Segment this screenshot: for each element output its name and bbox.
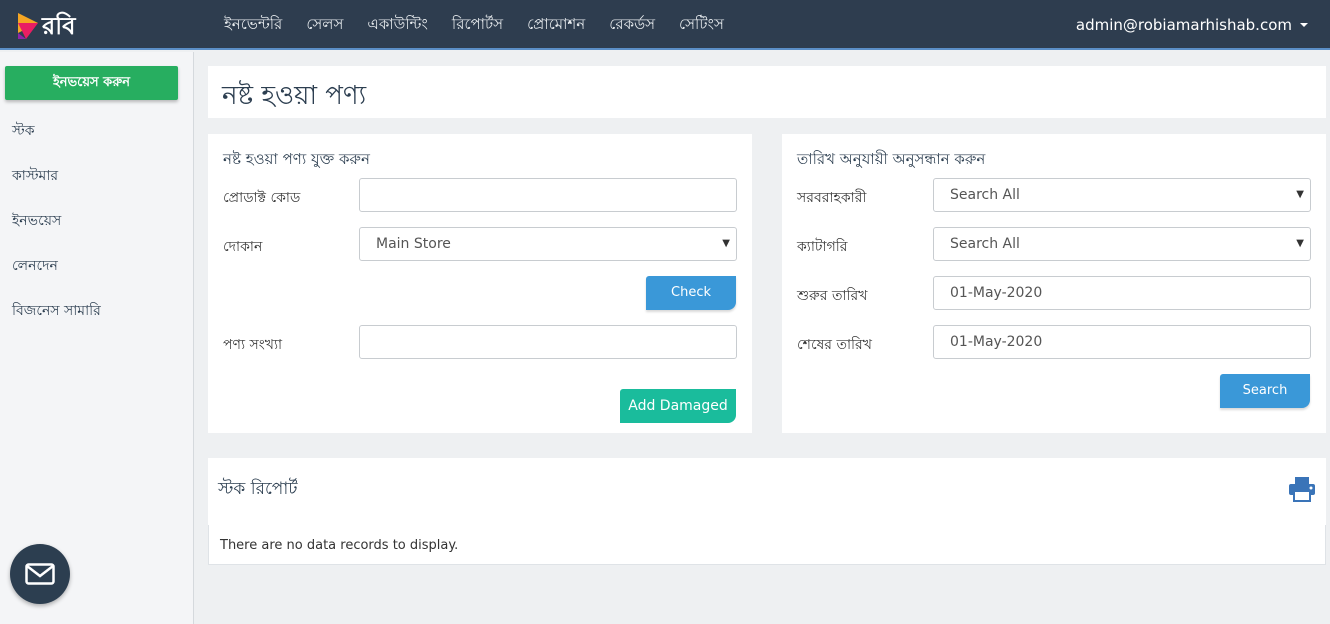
add-damaged-heading: নষ্ট হওয়া পণ্য যুক্ত করুন — [223, 150, 370, 168]
brand-logo[interactable]: রবি — [16, 10, 96, 42]
start-date-label: শুরুর তারিখ — [797, 288, 868, 304]
end-date-label: শেষের তারিখ — [797, 337, 872, 353]
nav-item-sales[interactable]: সেলস — [294, 13, 355, 38]
stock-report-panel: স্টক রিপোর্ট There are no data records t… — [208, 458, 1326, 565]
sidebar-item-stock[interactable]: স্টক — [12, 118, 101, 163]
search-heading: তারিখ অনুযায়ী অনুসন্ধান করুন — [797, 150, 986, 168]
nav-item-accounting[interactable]: একাউন্টিং — [355, 13, 440, 38]
dropdown-arrow-icon: ▼ — [1296, 189, 1304, 200]
search-button[interactable]: Search — [1220, 374, 1310, 408]
robi-logo-icon — [18, 13, 38, 39]
supplier-select[interactable]: Search All ▼ — [933, 178, 1311, 212]
nav-item-reports[interactable]: রিপোর্টস — [440, 13, 515, 38]
product-code-label: প্রোডাক্ট কোড — [223, 190, 301, 206]
mail-button[interactable] — [10, 544, 70, 604]
main-nav: ইনভেন্টরি সেলস একাউন্টিং রিপোর্টস প্রোমো… — [212, 0, 736, 50]
sidebar-item-transactions[interactable]: লেনদেন — [12, 253, 101, 298]
page-header: নষ্ট হওয়া পণ্য — [208, 66, 1326, 118]
brand-name: রবি — [42, 12, 76, 40]
add-damaged-panel: নষ্ট হওয়া পণ্য যুক্ত করুন প্রোডাক্ট কোড… — [208, 134, 752, 433]
printer-icon[interactable] — [1288, 476, 1316, 502]
sidebar: ইনভয়েস করুন স্টক কাস্টমার ইনভয়েস লেনদে… — [0, 52, 194, 624]
nav-item-settings[interactable]: সেটিংস — [667, 13, 736, 38]
add-damaged-button[interactable]: Add Damaged — [620, 389, 736, 423]
store-select[interactable]: Main Store ▼ — [359, 227, 737, 261]
check-button[interactable]: Check — [646, 276, 736, 310]
user-email: admin@robiamarhishab.com — [1075, 16, 1292, 34]
nav-item-records[interactable]: রেকর্ডস — [597, 13, 667, 38]
top-navbar: রবি ইনভেন্টরি সেলস একাউন্টিং রিপোর্টস প্… — [0, 0, 1330, 50]
category-select[interactable]: Search All ▼ — [933, 227, 1311, 261]
sidebar-item-business-summary[interactable]: বিজনেস সামারি — [12, 298, 101, 343]
chevron-down-icon — [1300, 23, 1308, 27]
create-invoice-button[interactable]: ইনভয়েস করুন — [5, 66, 178, 100]
end-date-input[interactable]: 01-May-2020 — [933, 325, 1311, 359]
store-select-value: Main Store — [376, 236, 451, 252]
sidebar-item-invoice[interactable]: ইনভয়েস — [12, 208, 101, 253]
empty-records-message: There are no data records to display. — [220, 538, 459, 553]
dropdown-arrow-icon: ▼ — [722, 238, 730, 249]
store-label: দোকান — [223, 239, 263, 255]
nav-item-inventory[interactable]: ইনভেন্টরি — [212, 13, 294, 38]
sidebar-menu: স্টক কাস্টমার ইনভয়েস লেনদেন বিজনেস সামা… — [12, 118, 101, 343]
quantity-input[interactable] — [359, 325, 737, 359]
category-label: ক্যাটাগরি — [797, 239, 848, 255]
category-select-value: Search All — [950, 236, 1020, 252]
user-menu[interactable]: admin@robiamarhishab.com — [1076, 0, 1308, 50]
quantity-label: পণ্য সংখ্যা — [223, 337, 283, 353]
page-title: নষ্ট হওয়া পণ্য — [222, 81, 367, 111]
supplier-select-value: Search All — [950, 187, 1020, 203]
supplier-label: সরবরাহকারী — [797, 190, 867, 206]
dropdown-arrow-icon: ▼ — [1296, 238, 1304, 249]
start-date-input[interactable]: 01-May-2020 — [933, 276, 1311, 310]
sidebar-item-customer[interactable]: কাস্টমার — [12, 163, 101, 208]
mail-icon — [25, 563, 55, 585]
search-by-date-panel: তারিখ অনুযায়ী অনুসন্ধান করুন সরবরাহকারী… — [782, 134, 1326, 433]
nav-item-promotion[interactable]: প্রোমোশন — [515, 13, 597, 38]
product-code-input[interactable] — [359, 178, 737, 212]
stock-report-title: স্টক রিপোর্ট — [218, 479, 298, 499]
